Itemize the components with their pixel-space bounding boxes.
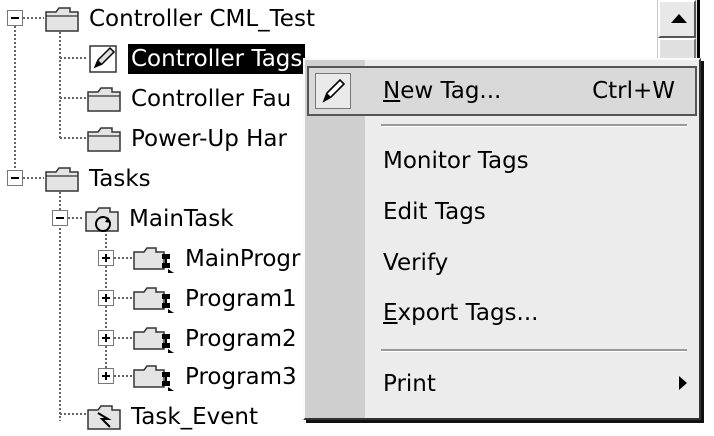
menu-item-export-tags[interactable]: Export Tags... [307,288,697,338]
folder-icon [44,3,82,35]
collapse-maintask-button[interactable] [52,210,68,226]
tree-item-label: Controller CML_Test [89,6,315,32]
tree-item-controller[interactable]: Controller CML_Test [44,0,318,38]
menu-separator [381,124,687,127]
pencil-icon [86,43,124,75]
program-folder-icon [132,323,178,355]
menu-item-label: New Tag... [383,78,502,104]
tree-item-label: MainProgr [185,246,301,272]
menu-item-label: Verify [383,250,449,276]
tree-item-label: MainTask [129,206,234,232]
program-folder-icon [132,361,178,393]
folder-icon [86,123,124,155]
tree-item-tasks[interactable]: Tasks [44,160,154,198]
folder-icon [44,163,82,195]
scroll-up-button[interactable] [658,0,696,38]
tree-item-label: Program3 [185,364,297,390]
collapse-tasks-button[interactable] [7,170,23,186]
menu-item-shortcut: Ctrl+W [592,78,675,104]
tree-item-label: Tasks [89,166,151,192]
tree-item-label: Program1 [185,286,297,312]
tree-item-controller-fault-handler[interactable]: Controller Fau [86,80,294,118]
pencil-icon [315,73,351,109]
folder-icon [86,83,124,115]
tree-item-power-up-handler[interactable]: Power-Up Har [86,120,290,158]
event-task-icon [86,401,124,433]
tree-item-task-event[interactable]: Task_Event [86,398,261,436]
tree-item-label: Controller Tags [128,44,306,74]
tree-item-maintask[interactable]: MainTask [84,200,237,238]
menu-item-label: Export Tags... [383,300,539,326]
context-menu: New Tag... Ctrl+W Monitor Tags Edit Tags… [303,58,701,420]
menu-item-verify[interactable]: Verify [307,238,697,288]
tree-item-label: Controller Fau [131,86,292,112]
menu-item-print[interactable]: Print [307,359,697,409]
program-folder-icon [132,283,178,315]
menu-separator [381,349,687,352]
tree-item-label: Power-Up Har [131,126,287,152]
tree-item-controller-tags[interactable]: Controller Tags [86,40,306,78]
expand-mainprogram-button[interactable] [98,250,114,266]
tree-item-program2[interactable]: Program2 [132,320,300,358]
menu-item-label: Edit Tags [383,199,486,225]
program-folder-icon [132,243,178,275]
expand-program1-button[interactable] [98,290,114,306]
tree-item-mainprogram[interactable]: MainProgr [132,240,303,278]
expand-program3-button[interactable] [98,368,114,384]
menu-item-label: Monitor Tags [383,148,529,174]
tree-item-program1[interactable]: Program1 [132,280,300,318]
tree-item-program3[interactable]: Program3 [132,358,300,396]
tree-item-label: Task_Event [131,404,259,430]
collapse-controller-button[interactable] [7,10,23,26]
cyclic-task-icon [84,203,122,235]
menu-item-new-tag[interactable]: New Tag... Ctrl+W [307,66,697,116]
expand-program2-button[interactable] [98,330,114,346]
tree-item-label: Program2 [185,326,297,352]
menu-item-edit-tags[interactable]: Edit Tags [307,187,697,237]
menu-item-monitor-tags[interactable]: Monitor Tags [307,136,697,186]
submenu-arrow-icon [679,376,687,390]
menu-item-label: Print [383,371,436,397]
